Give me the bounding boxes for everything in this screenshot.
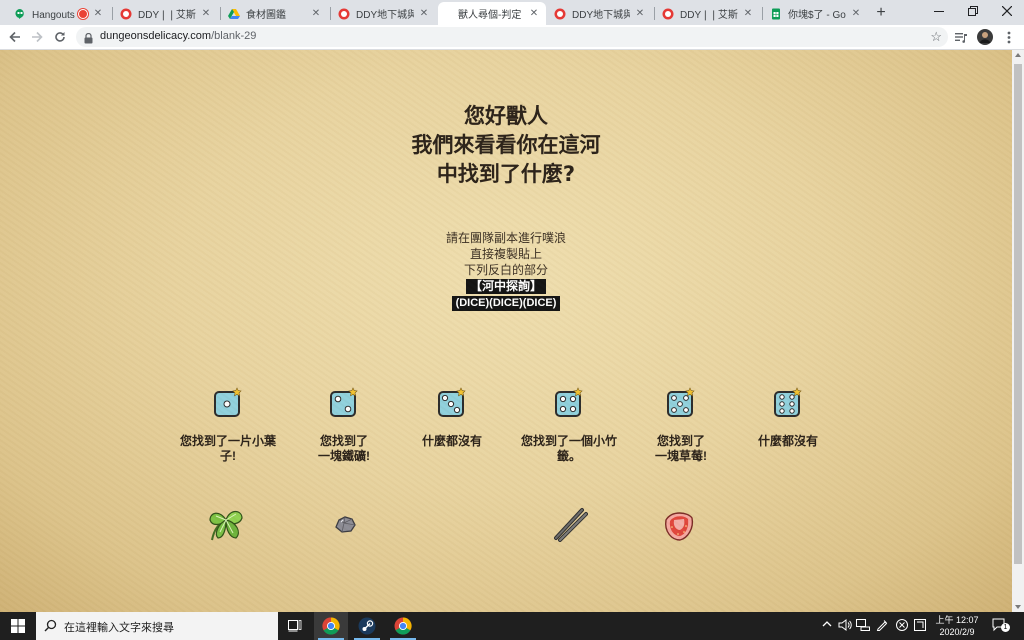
result-3: 什麼都沒有 [402, 386, 502, 449]
back-arrow-icon[interactable] [6, 28, 24, 46]
browser-toolbar: dungeonsdelicacy.com/blank-29 ☆ [0, 25, 1024, 50]
network-icon[interactable] [856, 619, 870, 634]
die-face-4-icon [555, 387, 583, 417]
volume-icon[interactable] [838, 619, 852, 634]
result-text: 您找到了一個小竹 籤。 [520, 434, 617, 463]
close-tab-icon[interactable]: ✕ [634, 8, 646, 20]
address-bar[interactable]: dungeonsdelicacy.com/blank-29 ☆ [76, 27, 948, 47]
ddy-site-icon [554, 8, 566, 20]
ddy-site-icon [120, 8, 132, 20]
die-face-6-icon [774, 387, 802, 417]
result-1: 您找到了一片小葉 子! [178, 386, 278, 464]
tab-active-orc-check[interactable]: 獸人尋個-判定 ✕ [438, 2, 546, 25]
close-tab-icon[interactable]: ✕ [850, 8, 862, 20]
tab-google-sheets[interactable]: 你塊$了 - Goog ✕ [764, 2, 868, 25]
tab-ddy-4[interactable]: DDY❘❘艾斯·艾麗 ✕ [656, 2, 760, 25]
windows-start-icon[interactable] [0, 612, 36, 640]
close-window-icon[interactable] [990, 0, 1024, 22]
ddy-site-icon [662, 8, 674, 20]
page-content: 您好獸人 我們來看看你在這河 中找到了什麼? 請在團隊副本進行噗浪 直接複製貼上… [0, 50, 1012, 612]
forward-arrow-icon[interactable] [28, 28, 46, 46]
result-text: 您找到了 一塊鐵礦! [318, 434, 370, 463]
pen-icon[interactable] [876, 619, 888, 634]
new-tab-button[interactable]: + [872, 4, 890, 22]
die-face-1-icon [214, 387, 242, 417]
chrome-taskbar-icon-2[interactable] [386, 612, 420, 640]
result-text: 您找到了 一塊草莓! [655, 434, 707, 463]
taskbar-search-box[interactable]: 在這裡輸入文字來搜尋 [36, 612, 278, 640]
tab-ddy-3[interactable]: DDY地下城與美 ✕ [548, 2, 652, 25]
close-tab-icon[interactable]: ✕ [92, 8, 104, 20]
page-scrollbar[interactable] [1012, 50, 1024, 612]
restore-window-icon[interactable] [956, 0, 990, 22]
scroll-down-icon[interactable] [1015, 605, 1021, 609]
lock-icon [84, 31, 93, 49]
reload-icon[interactable] [51, 28, 69, 46]
windows-taskbar: 在這裡輸入文字來搜尋 上午 12:07 2020/2/9 1 [0, 612, 1024, 640]
close-tab-icon[interactable]: ✕ [200, 8, 212, 20]
notification-status-icon[interactable] [896, 619, 908, 634]
tab-hangouts[interactable]: Hangouts 影 ✕ [8, 2, 110, 25]
page-heading: 您好獸人 我們來看看你在這河 中找到了什麼? [411, 104, 601, 186]
chrome-taskbar-icon[interactable] [314, 612, 348, 640]
result-4: 您找到了一個小竹 籤。 [519, 386, 619, 464]
iron-ore-icon [335, 516, 356, 533]
task-view-icon[interactable] [278, 612, 312, 640]
instructions: 請在團隊副本進行噗浪 直接複製貼上 下列反白的部分 【河中探詢】 (DICE)(… [445, 231, 566, 311]
profile-avatar[interactable] [976, 28, 994, 46]
bamboo-skewers-icon [554, 508, 588, 542]
ddy-site-icon [338, 8, 350, 20]
tray-expand-icon[interactable] [822, 619, 832, 631]
steam-taskbar-icon[interactable] [350, 612, 384, 640]
tab-ingredients[interactable]: 食材圖鑑 ✕ [222, 2, 328, 25]
close-tab-icon[interactable]: ✕ [310, 8, 322, 20]
tab-ddy-2[interactable]: DDY地下城與美 ✕ [332, 2, 436, 25]
tab-strip: Hangouts 影 ✕ DDY❘❘艾斯·艾麗 ✕ 食材圖鑑 ✕ DDY地下城與… [0, 0, 1024, 25]
google-drive-icon [228, 8, 240, 20]
scrollbar-thumb[interactable] [1014, 64, 1022, 564]
close-tab-icon[interactable]: ✕ [742, 8, 754, 20]
hangouts-icon [14, 8, 26, 20]
url-text: dungeonsdelicacy.com/blank-29 [100, 30, 257, 42]
action-center-icon[interactable]: 1 [992, 618, 1010, 632]
scroll-up-icon[interactable] [1015, 53, 1021, 57]
highlight-title[interactable]: 【河中探詢】 [465, 279, 546, 294]
strawberry-icon [665, 512, 694, 541]
result-5: 您找到了 一塊草莓! [631, 386, 731, 464]
bookmark-star-icon[interactable]: ☆ [930, 29, 942, 45]
die-face-3-icon [438, 387, 466, 417]
tab-ddy-1[interactable]: DDY❘❘艾斯·艾麗 ✕ [114, 2, 218, 25]
highlight-dice[interactable]: (DICE)(DICE)(DICE) [451, 296, 561, 311]
google-sheets-icon [770, 8, 782, 20]
browser-menu-icon[interactable] [1000, 28, 1018, 46]
search-icon [44, 619, 57, 637]
mint-leaf-icon [209, 510, 243, 541]
close-tab-icon[interactable]: ✕ [528, 8, 540, 20]
result-text: 什麼都沒有 [421, 434, 482, 448]
taskbar-clock[interactable]: 上午 12:07 2020/2/9 [928, 614, 986, 638]
result-2: 您找到了 一塊鐵礦! [294, 386, 394, 464]
minimize-window-icon[interactable] [922, 0, 956, 22]
input-method-icon[interactable] [914, 619, 926, 634]
result-text: 什麼都沒有 [757, 434, 818, 448]
die-face-2-icon [330, 387, 358, 417]
result-6: 什麼都沒有 [738, 386, 838, 449]
recording-indicator-icon [78, 8, 88, 19]
media-queue-icon[interactable] [952, 28, 970, 46]
close-tab-icon[interactable]: ✕ [418, 8, 430, 20]
die-face-5-icon [667, 387, 695, 417]
result-text: 您找到了一片小葉 子! [179, 434, 276, 463]
